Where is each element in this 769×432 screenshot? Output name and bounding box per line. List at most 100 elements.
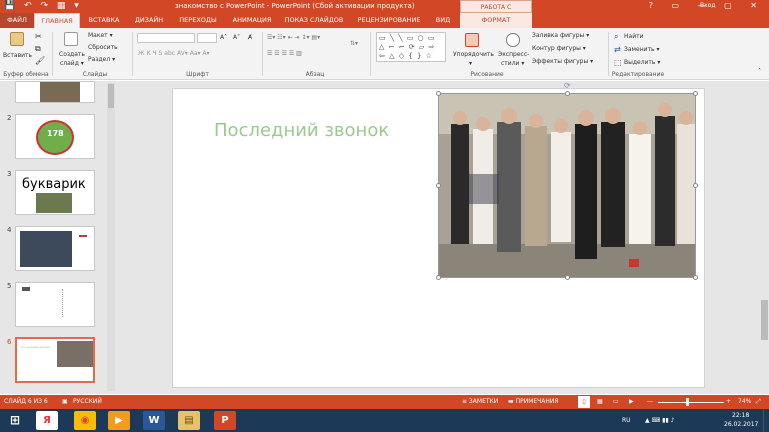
clock-time[interactable]: 22:18 (732, 412, 749, 419)
new-slide-icon[interactable] (64, 32, 78, 46)
resize-handle-mr[interactable] (693, 183, 698, 188)
language-indicator[interactable]: РУССКИЙ (73, 395, 102, 409)
clock-date[interactable]: 26.02.2017 (724, 421, 758, 428)
arrange-dropdown[interactable]: ▾ (469, 60, 472, 67)
zoom-slider-thumb[interactable] (686, 398, 689, 406)
paste-icon[interactable] (10, 32, 24, 46)
comments-button[interactable]: ▬ ПРИМЕЧАНИЯ (508, 395, 559, 409)
find-button[interactable]: Найти (624, 33, 643, 40)
replace-button[interactable]: Заменить ▾ (624, 46, 660, 53)
tab-transitions[interactable]: ПЕРЕХОДЫ (172, 13, 224, 28)
reset-button[interactable]: Сбросить (88, 44, 118, 51)
sorter-view-icon[interactable]: ▦ (597, 395, 603, 409)
slide-thumbnail-1[interactable] (15, 81, 95, 103)
slide-thumbnail-2[interactable]: 178 (15, 114, 95, 159)
tab-home[interactable]: ГЛАВНАЯ (34, 13, 80, 28)
resize-handle-ml[interactable] (436, 183, 441, 188)
word-icon[interactable]: W (143, 411, 165, 430)
copy-icon[interactable]: ⧉ (35, 44, 41, 54)
slide-thumbnail-4[interactable] (15, 226, 95, 271)
quick-access-toolbar[interactable]: 💾 ↶ ↷ ▦ ▾ (4, 1, 82, 11)
text-direction-button[interactable]: ⇅▾ (350, 40, 358, 47)
tab-format[interactable]: ФОРМАТ (460, 13, 532, 28)
media-player-icon[interactable]: ▶ (108, 411, 130, 430)
new-slide-dropdown[interactable]: слайд ▾ (60, 60, 84, 67)
normal-view-icon[interactable]: ▯ (578, 396, 590, 408)
tab-file[interactable]: ФАЙЛ (0, 13, 34, 28)
resize-handle-bm[interactable] (565, 275, 570, 280)
system-tray-icons[interactable]: ▲ ⌨ ▮▮ ♪ (645, 409, 674, 432)
fit-slide-icon[interactable]: ⤢ (756, 395, 761, 409)
zoom-level[interactable]: 74% (738, 395, 751, 409)
paragraph-row1[interactable]: ☰▾ ☷▾ ⇤ ⇥ ↕▾ ▤▾ (267, 34, 320, 41)
input-language[interactable]: RU (622, 409, 631, 432)
resize-handle-tr[interactable] (693, 91, 698, 96)
status-bar: СЛАЙД 6 ИЗ 6 ▣ РУССКИЙ ≡ ЗАМЕТКИ ▬ ПРИМЕ… (0, 395, 769, 409)
graduates-photo-image (439, 94, 695, 277)
notes-button[interactable]: ≡ ЗАМЕТКИ (462, 395, 498, 409)
slide-thumbnail-6[interactable]: Последний звонок (15, 337, 95, 383)
yandex-icon[interactable]: Я (36, 411, 58, 430)
shapes-gallery[interactable]: ▭ ╲ ╲ ▭ ○ ▭ △ ⌐ ⌐ ⟳ ▱ ⇨ ⇦ △ ◇ { } ☆ (376, 32, 446, 62)
new-slide-button[interactable]: Создать (59, 51, 85, 58)
tab-insert[interactable]: ВСТАВКА (82, 13, 126, 28)
start-button-icon[interactable]: ⊞ (2, 411, 28, 430)
title-bar: 💾 ↶ ↷ ▦ ▾ знакомство с PowerPoint - Powe… (0, 0, 769, 13)
shape-fill-button[interactable]: Заливка фигуры ▾ (532, 32, 589, 39)
slides-scrollbar-thumb[interactable] (108, 84, 114, 108)
slide-thumbnail-3[interactable]: букварик (15, 170, 95, 215)
cut-icon[interactable]: ✂ (35, 32, 42, 41)
select-button[interactable]: Выделить ▾ (624, 59, 660, 66)
editor-scrollbar[interactable] (760, 81, 769, 394)
slides-scrollbar[interactable] (107, 83, 115, 391)
font-size-input[interactable] (197, 33, 217, 43)
section-button[interactable]: Раздел ▾ (88, 56, 115, 63)
collapse-ribbon-icon[interactable]: ˄ (758, 68, 761, 75)
tab-design[interactable]: ДИЗАЙН (128, 13, 170, 28)
quick-styles-button[interactable]: Экспресс- (498, 51, 529, 58)
slideshow-view-icon[interactable]: ▶ (629, 395, 634, 409)
rotate-handle-icon[interactable]: ⟳ (564, 81, 571, 90)
shape-outline-button[interactable]: Контур фигуры ▾ (532, 45, 586, 52)
group-drawing-label: Рисование (470, 71, 504, 78)
quick-styles-dropdown[interactable]: стили ▾ (501, 60, 524, 67)
arrange-icon[interactable] (465, 33, 479, 47)
paste-button[interactable]: Вставить (3, 52, 32, 59)
zoom-in-button[interactable]: + (726, 395, 731, 409)
font-format-row[interactable]: Ж К Ч S abc AV▾ Aa▾ A▾ (138, 50, 210, 57)
paragraph-align-row[interactable]: ☰ ☰ ☰ ☰ ▥ (267, 50, 302, 57)
clear-format-button[interactable]: A̸ (248, 34, 252, 41)
slide-thumbnail-5[interactable] (15, 282, 95, 327)
slide-photo[interactable] (438, 93, 696, 278)
powerpoint-icon[interactable]: P (214, 411, 236, 430)
show-desktop-button[interactable] (763, 409, 769, 432)
quick-styles-icon[interactable] (506, 33, 520, 47)
resize-handle-bl[interactable] (436, 275, 441, 280)
resize-handle-tl[interactable] (436, 91, 441, 96)
format-painter-icon[interactable]: 🖌 (35, 56, 45, 65)
tab-animation[interactable]: АНИМАЦИЯ (226, 13, 278, 28)
shrink-font-button[interactable]: A˅ (233, 34, 240, 41)
resize-handle-tm[interactable] (565, 91, 570, 96)
font-name-input[interactable] (137, 33, 195, 43)
reading-view-icon[interactable]: ▭ (613, 395, 619, 409)
find-icon: ⌕ (614, 32, 619, 41)
resize-handle-br[interactable] (693, 275, 698, 280)
zoom-out-button[interactable]: — (647, 395, 653, 409)
layout-button[interactable]: Макет ▾ (88, 32, 113, 39)
editor-scrollbar-thumb[interactable] (761, 300, 768, 340)
slide-title[interactable]: Последний звонок (214, 120, 389, 141)
tab-view[interactable]: ВИД (430, 13, 456, 28)
shape-effects-button[interactable]: Эффекты фигуры ▾ (532, 58, 593, 65)
chrome-icon[interactable]: ◉ (74, 411, 96, 430)
window-controls[interactable]: ? ▭ — ▢ ✕ (649, 1, 765, 10)
explorer-icon[interactable]: ▤ (178, 411, 200, 430)
tab-review[interactable]: РЕЦЕНЗИРОВАНИЕ (350, 13, 428, 28)
grow-font-button[interactable]: A˄ (220, 34, 227, 41)
tab-slideshow[interactable]: ПОКАЗ СЛАЙДОВ (280, 13, 348, 28)
arrange-button[interactable]: Упорядочить (453, 51, 494, 58)
group-font-label: Шрифт (186, 71, 209, 78)
spellcheck-icon[interactable]: ▣ (62, 395, 68, 409)
group-editing-label: Редактирование (611, 71, 665, 78)
zoom-slider[interactable] (658, 402, 724, 403)
